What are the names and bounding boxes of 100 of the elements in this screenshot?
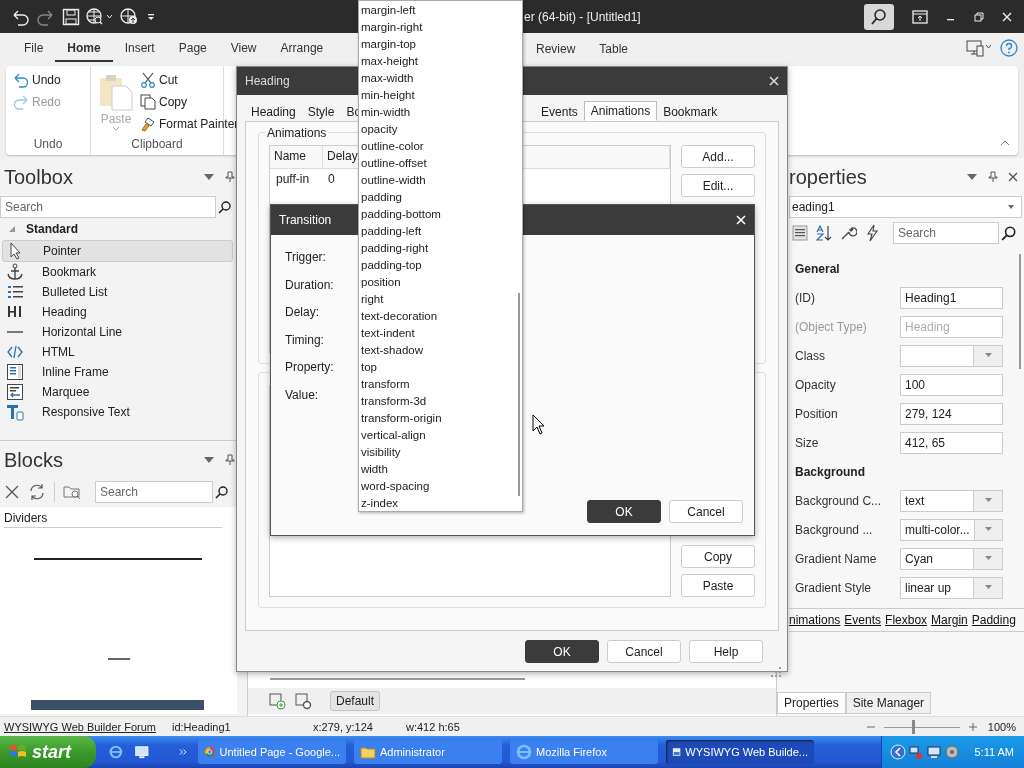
resize-grip-icon[interactable] xyxy=(771,667,781,677)
category-link[interactable]: Padding xyxy=(971,613,1016,627)
style-button[interactable]: Default xyxy=(330,691,381,711)
help-icon[interactable] xyxy=(1000,39,1018,57)
toolbox-item[interactable]: Marquee xyxy=(2,382,233,402)
taskbar-button[interactable]: WYSIWYG Web Builde... xyxy=(666,740,814,764)
value-combo[interactable]: Cyan xyxy=(900,547,1003,570)
search-field[interactable]: Search xyxy=(95,481,213,503)
toolbox-item[interactable]: Inline Frame xyxy=(2,362,233,382)
pin-icon[interactable] xyxy=(225,454,235,466)
globe-search-icon[interactable] xyxy=(86,7,114,26)
dialog-button[interactable]: Cancel xyxy=(607,640,681,663)
list-option[interactable]: padding-left xyxy=(359,223,522,240)
device-preview-icon[interactable] xyxy=(966,39,994,57)
speaker-icon[interactable] xyxy=(944,744,961,760)
list-option[interactable]: z-index xyxy=(359,495,522,512)
pin-icon[interactable] xyxy=(988,171,998,183)
list-option[interactable]: min-width xyxy=(359,104,522,121)
forum-link[interactable]: WYSIWYG Web Builder Forum xyxy=(4,720,172,733)
zoom-slider[interactable] xyxy=(883,719,960,734)
scrollbar-thumb[interactable] xyxy=(518,293,520,496)
column-header[interactable]: Name xyxy=(270,146,323,168)
network-icon[interactable] xyxy=(908,744,925,760)
dialog-tab[interactable]: Heading xyxy=(245,103,302,121)
menu-tab[interactable]: Review xyxy=(524,35,588,61)
menu-tab[interactable]: Home xyxy=(55,34,113,62)
object-combo[interactable]: eading1 xyxy=(789,196,1022,218)
dropdown-icon[interactable] xyxy=(966,173,978,181)
add-page-icon[interactable] xyxy=(268,692,286,710)
zoom-in-icon[interactable] xyxy=(967,721,978,732)
desktop-icon[interactable] xyxy=(133,743,150,761)
cut-button[interactable]: Cut xyxy=(139,70,239,90)
category-link[interactable]: Margin xyxy=(931,613,968,627)
taskbar-button[interactable]: Mozilla Firefox xyxy=(510,740,658,764)
sort-icon[interactable] xyxy=(815,224,833,242)
taskbar-button[interactable]: Administrator xyxy=(354,740,502,764)
paste-button[interactable]: Paste xyxy=(681,574,755,597)
list-option[interactable]: padding xyxy=(359,189,522,206)
toolbox-item[interactable]: Responsive Text xyxy=(2,402,233,422)
scrollbar-thumb[interactable] xyxy=(270,678,525,680)
list-option[interactable]: max-width xyxy=(359,70,522,87)
list-option[interactable]: padding-right xyxy=(359,240,522,257)
search-field[interactable]: Search xyxy=(0,196,216,218)
toolbox-item[interactable]: HTML xyxy=(2,342,233,362)
toolbox-item[interactable]: Bookmark xyxy=(2,262,233,282)
expand-icon[interactable] xyxy=(8,225,16,233)
search-field[interactable]: Search xyxy=(893,222,999,244)
pin-icon[interactable] xyxy=(225,171,235,183)
monitor-icon[interactable] xyxy=(926,744,943,760)
list-option[interactable]: margin-right xyxy=(359,19,522,36)
dialog-tab[interactable]: Style xyxy=(301,103,341,121)
search-button[interactable] xyxy=(864,3,894,30)
close-icon[interactable] xyxy=(4,484,20,500)
globe-upload-icon[interactable] xyxy=(120,7,140,26)
toolbox-item[interactable]: Pointer xyxy=(2,240,233,262)
dropdown-icon[interactable] xyxy=(203,173,215,181)
chevron-icon[interactable] xyxy=(179,747,188,757)
menu-tab[interactable]: Insert xyxy=(112,34,167,62)
page-settings-icon[interactable] xyxy=(294,692,312,710)
dialog-button[interactable]: OK xyxy=(525,640,599,663)
list-option[interactable]: text-indent xyxy=(359,325,522,342)
edit-button[interactable]: Edit... xyxy=(681,174,755,197)
category-link[interactable]: Flexbox xyxy=(885,613,928,627)
list-option[interactable]: width xyxy=(359,461,522,478)
list-option[interactable]: position xyxy=(359,274,522,291)
search-icon[interactable] xyxy=(218,200,232,214)
value-combo[interactable]: text xyxy=(900,489,1003,512)
list-option[interactable]: top xyxy=(359,359,522,376)
list-option[interactable]: margin-left xyxy=(359,2,522,19)
dialog-tab[interactable]: Animations xyxy=(583,101,658,121)
list-option[interactable]: visibility xyxy=(359,444,522,461)
dialog-button[interactable]: Help xyxy=(689,640,763,663)
list-option[interactable]: text-decoration xyxy=(359,308,522,325)
dialog-button[interactable]: Cancel xyxy=(669,500,743,523)
category-link[interactable]: nimations xyxy=(789,613,841,627)
menu-tab[interactable]: Table xyxy=(587,35,641,61)
category-link[interactable]: Events xyxy=(844,613,882,627)
save-icon[interactable] xyxy=(62,7,80,26)
value-field[interactable]: 100 xyxy=(900,373,1003,396)
list-option[interactable]: transform-3d xyxy=(359,393,522,410)
toolbox-item[interactable]: Bulleted List xyxy=(2,282,233,302)
value-field[interactable]: 412, 65 xyxy=(900,431,1003,454)
list-option[interactable]: padding-top xyxy=(359,257,522,274)
panel-tab[interactable]: Site Manager xyxy=(845,692,932,714)
value-field[interactable]: 279, 124 xyxy=(900,402,1003,425)
list-option[interactable]: margin-top xyxy=(359,36,522,53)
refresh-icon[interactable] xyxy=(28,483,46,501)
browser-icon[interactable] xyxy=(108,743,124,761)
restore-icon[interactable] xyxy=(974,11,984,22)
add-button[interactable]: Add... xyxy=(681,145,755,168)
close-icon[interactable] xyxy=(1008,172,1018,182)
dialog-button[interactable]: OK xyxy=(587,500,661,523)
list-option[interactable]: transform xyxy=(359,376,522,393)
dialog-tab[interactable]: Events xyxy=(535,103,584,121)
list-option[interactable]: transform-origin xyxy=(359,410,522,427)
dialog-tab[interactable]: Bookmark xyxy=(657,103,724,121)
categorized-icon[interactable] xyxy=(791,224,809,242)
toolbox-item[interactable]: Horizontal Line xyxy=(2,322,233,342)
list-option[interactable]: vertical-align xyxy=(359,427,522,444)
menu-tab[interactable]: File xyxy=(12,34,56,62)
